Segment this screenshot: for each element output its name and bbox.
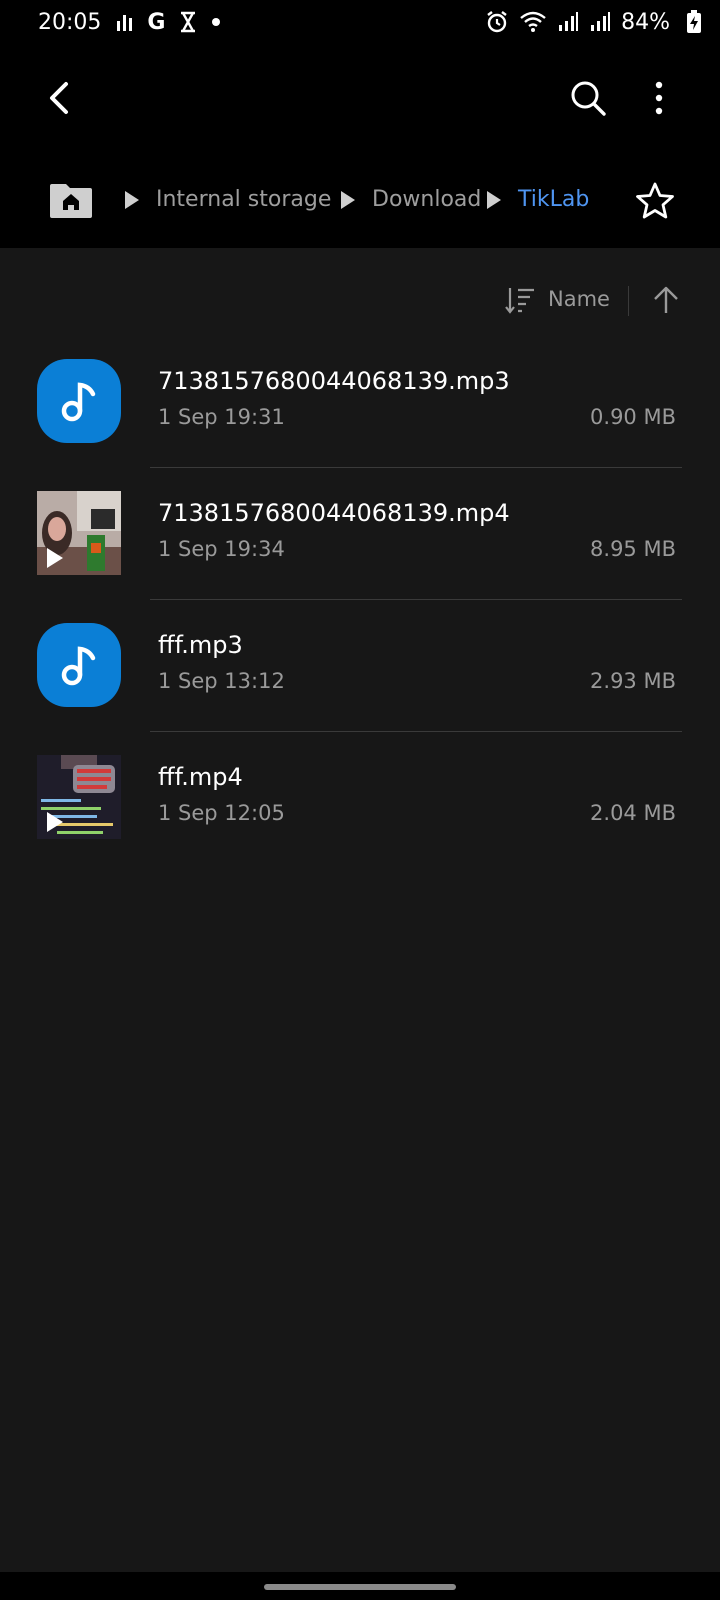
home-gesture-handle[interactable] — [264, 1584, 456, 1590]
sort-label[interactable]: Name — [548, 284, 610, 314]
file-date: 1 Sep 12:05 — [158, 801, 285, 825]
hourglass-icon — [181, 11, 196, 33]
breadcrumb-item-tiklab[interactable]: TikLab — [518, 182, 589, 218]
favorite-button[interactable] — [630, 176, 680, 226]
battery-percent: 84% — [621, 9, 670, 35]
carrier-badge: G — [147, 9, 166, 35]
cell-signal-icon-2 — [591, 12, 611, 31]
file-name: fff.mp3 — [158, 631, 243, 659]
search-button[interactable] — [560, 70, 616, 126]
sort-button[interactable] — [500, 282, 540, 318]
more-options-button[interactable] — [634, 70, 684, 126]
play-icon — [47, 548, 63, 568]
file-row[interactable]: 7138157680044068139.mp4 1 Sep 19:34 8.95… — [0, 468, 720, 600]
alarm-icon — [487, 11, 507, 33]
file-name: fff.mp4 — [158, 763, 243, 791]
breadcrumb-separator-icon — [341, 191, 355, 209]
arrow-up-icon — [654, 286, 678, 313]
music-note-icon — [61, 646, 96, 686]
file-date: 1 Sep 19:34 — [158, 537, 285, 561]
app-bar — [0, 44, 720, 152]
file-size: 2.04 MB — [590, 801, 676, 825]
music-note-icon — [61, 382, 96, 422]
status-bar: 20:05 G 84% — [0, 0, 720, 44]
home-folder-button[interactable] — [48, 180, 94, 220]
audio-file-thumbnail — [37, 359, 121, 443]
star-outline-icon — [636, 182, 674, 219]
signal-bars-icon — [117, 15, 133, 31]
battery-charging-icon — [687, 10, 701, 33]
search-icon — [571, 81, 606, 116]
wifi-icon — [520, 11, 546, 32]
file-size: 0.90 MB — [590, 405, 676, 429]
sort-icon — [505, 288, 534, 314]
more-vertical-icon — [655, 81, 663, 115]
home-folder-icon — [50, 184, 92, 218]
sort-direction-button[interactable] — [648, 282, 684, 318]
navigation-bar — [0, 1572, 720, 1600]
breadcrumb-item-download[interactable]: Download — [372, 182, 481, 218]
breadcrumb-separator-icon — [487, 191, 501, 209]
file-date: 1 Sep 19:31 — [158, 405, 285, 429]
status-left: 20:05 G — [38, 6, 221, 38]
file-row[interactable]: 7138157680044068139.mp3 1 Sep 19:31 0.90… — [0, 336, 720, 468]
status-right: 84% — [485, 6, 670, 38]
file-date: 1 Sep 13:12 — [158, 669, 285, 693]
sort-divider — [628, 286, 629, 316]
status-time: 20:05 — [38, 9, 102, 35]
audio-file-thumbnail — [37, 623, 121, 707]
file-name: 7138157680044068139.mp3 — [158, 367, 510, 395]
back-arrow-icon — [50, 82, 68, 114]
cell-signal-icon-1 — [559, 12, 579, 31]
video-file-thumbnail — [37, 491, 121, 575]
notification-dot-icon — [212, 18, 221, 26]
file-row[interactable]: fff.mp3 1 Sep 13:12 2.93 MB — [0, 600, 720, 732]
back-button[interactable] — [34, 72, 86, 124]
breadcrumb-item-internal-storage[interactable]: Internal storage — [156, 182, 331, 218]
breadcrumb: Internal storage Download TikLab — [0, 152, 720, 248]
file-size: 8.95 MB — [590, 537, 676, 561]
file-row[interactable]: fff.mp4 1 Sep 12:05 2.04 MB — [0, 732, 720, 864]
play-icon — [47, 812, 63, 832]
video-file-thumbnail — [37, 755, 121, 839]
file-size: 2.93 MB — [590, 669, 676, 693]
breadcrumb-separator-icon — [125, 191, 139, 209]
file-name: 7138157680044068139.mp4 — [158, 499, 510, 527]
